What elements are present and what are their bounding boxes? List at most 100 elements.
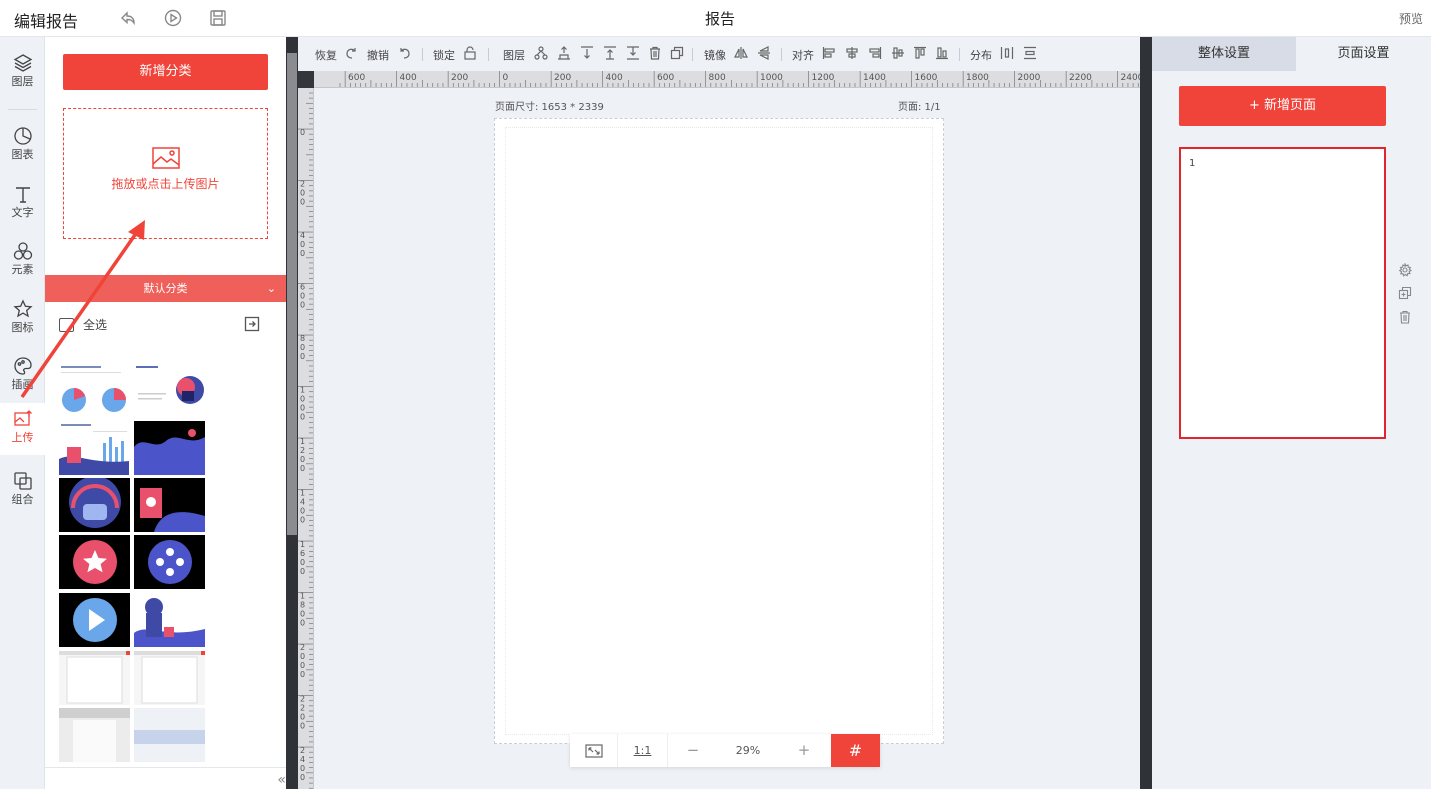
tab-page-settings[interactable]: 页面设置 [1296,37,1431,71]
lock-label[interactable]: 锁定 [433,47,455,63]
toolbar-divider [422,48,423,61]
panel-footer: « [45,767,286,789]
fit-screen-button[interactable] [570,734,618,767]
align-left-icon[interactable] [822,46,836,60]
copy-page-icon[interactable] [1398,286,1412,300]
duplicate-icon[interactable] [670,46,684,60]
actual-size-button[interactable]: 1:1 [618,734,668,767]
ruler-v-label: 1 [300,437,305,446]
right-panel-divider [1140,37,1152,789]
save-icon[interactable] [209,9,227,27]
add-page-button[interactable]: + 新增页面 [1179,86,1386,126]
category-dropdown[interactable]: 默认分类 ⌄ [45,275,286,302]
select-all-checkbox[interactable] [59,318,74,332]
image-thumb[interactable] [134,708,205,762]
image-thumb[interactable] [59,421,130,475]
align-top-icon[interactable] [913,46,927,60]
undo-label[interactable]: 撤销 [367,47,389,63]
play-preview-icon[interactable] [164,9,182,27]
image-thumb[interactable] [59,651,130,705]
flip-horizontal-icon[interactable] [734,46,748,60]
distribute-vertical-icon[interactable] [1023,46,1037,60]
image-thumb[interactable] [59,708,130,762]
align-right-icon[interactable] [868,46,882,60]
nav-item-icons[interactable]: 图标 [0,293,45,345]
image-thumb[interactable] [134,478,205,532]
ruler-v-label: 0 [300,395,305,404]
settings-panel: 整体设置 页面设置 + 新增页面 1 [1152,37,1431,789]
chevron-down-icon: ⌄ [266,282,276,295]
image-thumb[interactable] [134,593,205,647]
align-middle-icon[interactable] [891,46,905,60]
send-to-bottom-icon[interactable] [626,46,640,60]
ruler-v-label: 0 [300,455,305,464]
send-down-icon[interactable] [580,46,594,60]
image-thumb[interactable] [134,535,205,589]
zoom-in-button[interactable]: + [778,734,830,767]
page-thumbnail[interactable]: 1 [1179,147,1386,439]
lock-icon[interactable] [463,46,477,60]
ruler-v-label: 0 [300,249,305,258]
canvas-area[interactable]: 页面尺寸: 1653 * 2339 页面: 1/1 1:1 − 29% + # [314,88,1140,789]
nav-item-elements[interactable]: 元素 [0,235,45,287]
ruler-h-label: 800 [709,73,726,83]
delete-icon[interactable] [648,46,662,60]
trash-icon[interactable] [1398,310,1412,324]
nav-item-chart[interactable]: 图表 [0,120,45,172]
layer-tree-icon[interactable] [534,46,548,60]
nav-item-layers[interactable]: 图层 [0,47,45,99]
ruler-v-label: 0 [300,619,305,628]
fit-screen-icon [584,744,603,758]
nav-item-group[interactable]: 组合 [0,465,45,517]
image-thumb[interactable] [134,421,205,475]
ruler-v-label: 2 [300,180,305,189]
bring-up-icon[interactable] [603,46,617,60]
zoom-out-button[interactable]: − [668,734,718,767]
layer-label: 图层 [503,49,525,62]
bring-to-top-icon[interactable] [557,46,571,60]
ruler-v-label: 2 [300,695,305,704]
ruler-v-label: 0 [300,404,305,413]
ruler-h-label: 200 [554,73,571,83]
nav-item-text[interactable]: 文字 [0,178,45,230]
image-thumb[interactable] [134,363,205,417]
horizontal-ruler[interactable]: 600 400 200 0 200 400 600 800 1000 1200 1400 1600 18… [314,71,1140,88]
scrollbar-thumb[interactable] [287,53,297,535]
gear-icon[interactable] [1398,263,1412,277]
upload-dropzone[interactable]: 拖放或点击上传图片 [63,108,268,239]
category-label: 默认分类 [143,282,188,295]
distribute-label: 分布 [970,49,992,62]
align-center-icon[interactable] [845,46,859,60]
image-thumb[interactable] [59,535,130,589]
distribute-horizontal-icon[interactable] [1000,46,1014,60]
ruler-v-label: 0 [300,670,305,679]
panel-scrollbar[interactable] [286,37,298,789]
collapse-panel-icon[interactable]: « [277,772,286,788]
ruler-h-label: 2000 [1018,73,1041,83]
nav-item-illustration[interactable]: 插画 [0,350,45,402]
undo-history-icon[interactable] [119,9,137,27]
image-thumb[interactable] [59,593,130,647]
add-category-button[interactable]: 新增分类 [63,54,268,90]
vertical-ruler[interactable]: 0200400600800100012001400160018002000220… [298,88,314,789]
image-thumb[interactable] [59,478,130,532]
tab-global-settings[interactable]: 整体设置 [1152,37,1296,71]
flip-vertical-icon[interactable] [757,46,771,60]
align-bottom-icon[interactable] [935,46,949,60]
ruler-v-label: 4 [300,755,305,764]
redo-icon[interactable] [344,46,358,60]
ruler-v-label: 0 [300,128,305,137]
grid-toggle-button[interactable]: # [831,734,880,767]
pie-chart-icon [13,127,32,145]
nav-item-upload[interactable]: 上传 [0,403,45,455]
report-page[interactable] [494,118,944,744]
move-to-icon[interactable] [244,316,260,332]
redo-label[interactable]: 恢复 [315,47,337,63]
document-title: 报告 [704,10,735,28]
image-thumb[interactable] [59,363,130,417]
ruler-v-label: 0 [300,610,305,619]
select-all[interactable]: 全选 [59,316,107,333]
preview-button[interactable]: 预览 [1399,10,1423,27]
undo-icon[interactable] [398,46,412,60]
image-thumb[interactable] [134,651,205,705]
